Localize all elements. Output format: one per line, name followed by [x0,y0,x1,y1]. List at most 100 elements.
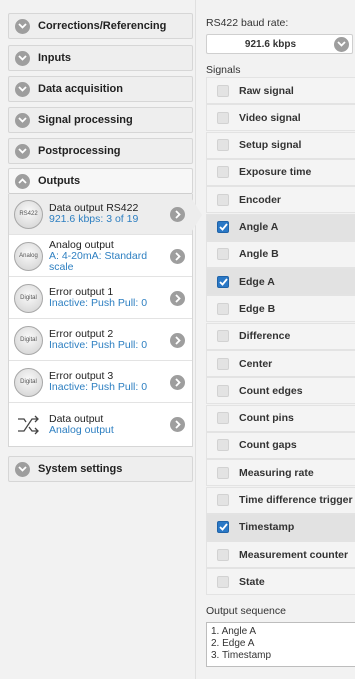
signal-label: Measuring rate [239,466,314,479]
section-label: Inputs [38,52,71,64]
signal-label: State [239,575,265,588]
signal-label: Edge A [239,275,275,288]
signal-row-exposure-time[interactable]: Exposure time [206,158,355,186]
outputs-list: RS422 Data output RS422 921.6 kbps: 3 of… [8,194,193,447]
signal-checkbox[interactable] [217,111,229,124]
section-inputs[interactable]: Inputs [8,45,193,71]
chevron-down-icon [15,50,30,66]
signal-row-edge-a[interactable]: Edge A [206,268,355,296]
signal-checkbox[interactable] [217,439,229,452]
checkmark-icon [218,223,228,231]
chevron-right-icon [170,332,185,348]
signal-checkbox[interactable] [217,412,229,425]
output-item-error-output-2[interactable]: Digital Error output 2 Inactive: Push Pu… [9,320,192,361]
output-subtitle: Analog output [49,423,114,436]
signal-checkbox[interactable] [217,575,229,588]
signal-checkbox[interactable] [217,84,229,97]
signal-label: Difference [239,330,291,343]
baud-rate-label: RS422 baud rate: [206,17,289,29]
signal-row-count-pins[interactable]: Count pins [206,404,355,432]
output-title: Analog output [49,238,114,251]
output-sequence-box: 1. Angle A 2. Edge A 3. Timestamp [206,622,355,667]
rs422-icon: RS422 [14,199,43,229]
signal-row-edge-b[interactable]: Edge B [206,295,355,323]
output-sequence-label: Output sequence [206,605,286,617]
signal-label: Raw signal [239,84,294,97]
sequence-item: 3. Timestamp [211,650,272,661]
section-signal-processing[interactable]: Signal processing [8,107,193,133]
signal-row-angle-a[interactable]: Angle A [206,213,355,241]
signal-row-time-difference-trigger[interactable]: Time difference trigger [206,486,355,514]
signal-label: Video signal [239,111,301,124]
signal-checkbox[interactable] [217,357,229,370]
section-corrections-referencing[interactable]: Corrections/Referencing [8,13,193,39]
signal-checkbox[interactable] [217,248,229,261]
section-label: System settings [38,463,123,475]
signal-checkbox[interactable] [217,221,229,233]
signal-checkbox[interactable] [217,193,229,206]
signal-row-count-edges[interactable]: Count edges [206,377,355,405]
switch-arrows-icon [14,410,43,439]
signal-checkbox[interactable] [217,139,229,152]
chevron-right-icon [170,290,185,306]
signal-checkbox[interactable] [217,302,229,315]
checkmark-icon [218,278,228,286]
signal-row-timestamp[interactable]: Timestamp [206,513,355,541]
section-outputs[interactable]: Outputs [8,168,193,194]
chevron-down-icon [334,36,349,52]
baud-rate-select[interactable]: 921.6 kbps [206,34,353,54]
chevron-right-icon [170,417,185,432]
digital-icon: Digital [14,325,43,355]
output-item-error-output-1[interactable]: Digital Error output 1 Inactive: Push Pu… [9,278,192,319]
signal-checkbox[interactable] [217,384,229,397]
signal-label: Count gaps [239,439,297,452]
signal-label: Time difference trigger [239,494,353,506]
section-label: Outputs [38,175,81,187]
signal-row-video-signal[interactable]: Video signal [206,104,355,132]
signal-row-angle-b[interactable]: Angle B [206,240,355,268]
signal-checkbox[interactable] [217,548,229,561]
output-item-analog-output[interactable]: Analog Analog output A: 4-20mA: Standard… [9,236,192,277]
signal-row-difference[interactable]: Difference [206,322,355,350]
chevron-right-icon [170,374,185,390]
signal-label: Encoder [239,193,282,206]
chevron-right-icon [170,248,185,264]
chevron-down-icon [15,461,30,477]
output-item-data-output[interactable]: Data output Analog output [9,404,192,445]
signal-row-encoder[interactable]: Encoder [206,186,355,214]
chevron-down-icon [15,18,30,34]
signal-row-center[interactable]: Center [206,350,355,377]
signal-label: Angle A [239,221,279,233]
signal-label: Count pins [239,412,294,425]
output-item-data-output-rs422[interactable]: RS422 Data output RS422 921.6 kbps: 3 of… [9,194,192,235]
section-data-acquisition[interactable]: Data acquisition [8,76,193,102]
section-postprocessing[interactable]: Postprocessing [8,138,193,164]
signal-row-count-gaps[interactable]: Count gaps [206,431,355,459]
signal-row-raw-signal[interactable]: Raw signal [206,77,355,104]
rs422-settings-panel: RS422 baud rate: 921.6 kbps Signals Raw … [204,0,355,679]
signal-checkbox[interactable] [217,494,229,506]
settings-navigation-panel: Corrections/Referencing Inputs Data acqu… [0,0,196,679]
output-item-error-output-3[interactable]: Digital Error output 3 Inactive: Push Pu… [9,362,192,403]
output-subtitle: Inactive: Push Pull: 0 [49,339,148,351]
section-system-settings[interactable]: System settings [8,456,193,482]
signal-checkbox[interactable] [217,330,229,343]
signal-label: Setup signal [239,139,302,152]
signal-row-measurement-counter[interactable]: Measurement counter [206,541,355,569]
signal-label: Count edges [239,384,303,397]
digital-icon: Digital [14,367,43,397]
signal-label: Center [239,357,273,370]
signal-label: Measurement counter [239,548,349,561]
checkmark-icon [218,523,228,532]
signal-row-setup-signal[interactable]: Setup signal [206,131,355,159]
output-subtitle: A: 4-20mA: Standard scale [49,249,148,273]
signal-checkbox[interactable] [217,275,229,288]
signal-checkbox[interactable] [217,166,229,179]
signal-checkbox[interactable] [217,521,229,534]
signal-row-state[interactable]: State [206,568,355,596]
output-subtitle: Inactive: Push Pull: 0 [49,381,148,393]
chevron-right-icon [170,206,185,222]
signal-row-measuring-rate[interactable]: Measuring rate [206,459,355,487]
signal-checkbox[interactable] [217,466,229,479]
section-label: Corrections/Referencing [38,20,167,32]
